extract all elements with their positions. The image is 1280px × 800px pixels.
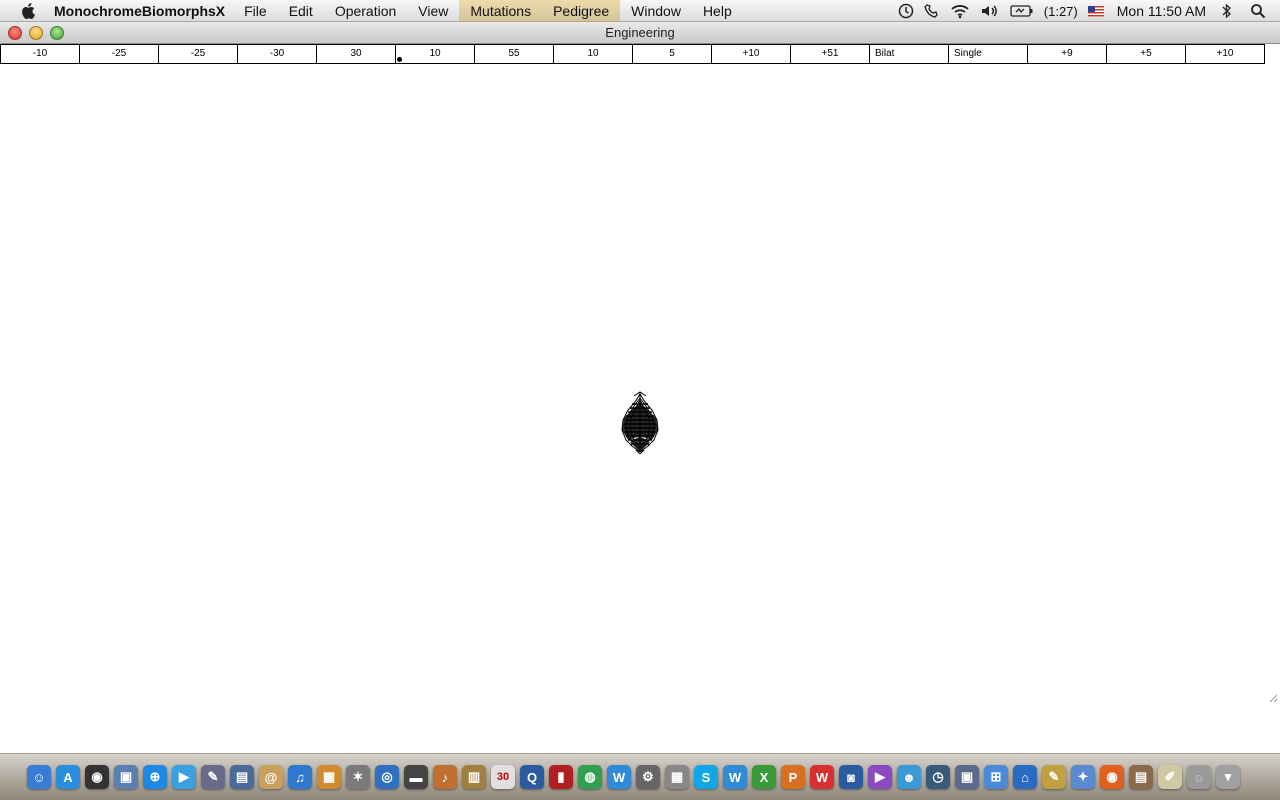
- gene-box-2[interactable]: -25: [79, 44, 159, 64]
- app-store-icon[interactable]: A: [56, 765, 80, 789]
- phone-icon[interactable]: [919, 0, 945, 22]
- gene-box-symmetry[interactable]: Bilat: [869, 44, 949, 64]
- wps-icon[interactable]: W: [810, 765, 834, 789]
- apple-menu-icon[interactable]: [17, 0, 39, 22]
- gene-box-6-value: 10: [429, 48, 441, 59]
- calculator-icon[interactable]: ▦: [665, 765, 689, 789]
- battery-icon[interactable]: [1005, 0, 1039, 22]
- gene-box-5[interactable]: 30: [316, 44, 396, 64]
- app-name-menu[interactable]: MonochromeBiomorphsX: [54, 3, 225, 19]
- gene-box-1[interactable]: -10: [0, 44, 80, 64]
- time-machine-icon[interactable]: ◷: [926, 765, 950, 789]
- word-blue-icon[interactable]: W: [723, 765, 747, 789]
- skype-icon[interactable]: S: [694, 765, 718, 789]
- wifi-icon[interactable]: [945, 0, 975, 22]
- keynote-chart-icon[interactable]: ▥: [462, 765, 486, 789]
- bluetooth-icon[interactable]: [1216, 0, 1238, 22]
- quicktime-icon[interactable]: Q: [520, 765, 544, 789]
- safari-icon[interactable]: ⊕: [143, 765, 167, 789]
- camera-icon[interactable]: ◙: [839, 765, 863, 789]
- menu-mutations[interactable]: Mutations: [459, 0, 543, 22]
- gene-box-segmentation[interactable]: Single: [948, 44, 1028, 64]
- gene-box-4[interactable]: -30: [237, 44, 317, 64]
- gene-box-7[interactable]: 55: [474, 44, 554, 64]
- calendar-icon[interactable]: 30: [491, 765, 515, 789]
- trash-icon[interactable]: ▾: [1216, 765, 1240, 789]
- gene-box-10[interactable]: +10: [711, 44, 791, 64]
- menu-edit[interactable]: Edit: [278, 0, 324, 22]
- menu-window[interactable]: Window: [620, 0, 692, 22]
- menu-bar: MonochromeBiomorphsX File Edit Operation…: [0, 0, 1280, 22]
- window-title-bar[interactable]: Engineering: [0, 22, 1280, 44]
- spotlight-search-icon[interactable]: [1238, 0, 1280, 22]
- dvd-player-icon[interactable]: ◎: [375, 765, 399, 789]
- volume-icon[interactable]: [975, 0, 1005, 22]
- downloads-icon[interactable]: ◌: [1187, 765, 1211, 789]
- resize-grip-icon[interactable]: [1266, 691, 1278, 703]
- close-button[interactable]: [8, 26, 22, 40]
- xcode-instruments-icon[interactable]: ✎: [201, 765, 225, 789]
- finder-icon[interactable]: ☺: [27, 765, 51, 789]
- status-menu-area: (1:27) Mon 11:50 AM: [893, 0, 1280, 22]
- firefox-icon[interactable]: ◉: [1100, 765, 1124, 789]
- preview-photos-icon[interactable]: ▤: [1129, 765, 1153, 789]
- gene-box-11[interactable]: +51: [790, 44, 870, 64]
- utilities-icon[interactable]: ✦: [1071, 765, 1095, 789]
- gene-box-9[interactable]: 5: [632, 44, 712, 64]
- photo-booth-icon[interactable]: ▮: [549, 765, 573, 789]
- media-icon[interactable]: ▶: [868, 765, 892, 789]
- menu-operation[interactable]: Operation: [324, 0, 407, 22]
- home-icon[interactable]: ⌂: [1013, 765, 1037, 789]
- garageband-icon[interactable]: ♪: [433, 765, 457, 789]
- gene-marker-dot-icon: [397, 57, 402, 62]
- hardware-icon[interactable]: ⚙: [636, 765, 660, 789]
- menu-help[interactable]: Help: [692, 0, 743, 22]
- zoom-button[interactable]: [50, 26, 64, 40]
- notes-icon[interactable]: ✎: [1042, 765, 1066, 789]
- gene-box-3[interactable]: -25: [158, 44, 238, 64]
- window-title: Engineering: [605, 25, 675, 40]
- menu-pedigree[interactable]: Pedigree: [542, 0, 621, 22]
- input-source-flag-icon[interactable]: [1083, 0, 1109, 22]
- dashboard-icon[interactable]: ◉: [85, 765, 109, 789]
- stars-icon[interactable]: ✶: [346, 765, 370, 789]
- menu-file[interactable]: File: [233, 0, 278, 22]
- gene-box-15[interactable]: +5: [1106, 44, 1186, 64]
- screenshot-icon[interactable]: ▣: [955, 765, 979, 789]
- iphoto-icon[interactable]: ▦: [317, 765, 341, 789]
- messenger-icon[interactable]: ☻: [897, 765, 921, 789]
- facetime-icon[interactable]: ▶: [172, 765, 196, 789]
- powerpoint-icon[interactable]: P: [781, 765, 805, 789]
- gene-box-6[interactable]: 10: [395, 44, 475, 64]
- preview-icon[interactable]: ▣: [114, 765, 138, 789]
- biomorph-canvas[interactable]: [0, 64, 1280, 753]
- gene-box-14[interactable]: +9: [1027, 44, 1107, 64]
- biomorph-drawing[interactable]: [618, 390, 662, 454]
- clock[interactable]: Mon 11:50 AM: [1109, 0, 1216, 22]
- itunes-icon[interactable]: ♫: [288, 765, 312, 789]
- gene-box-8[interactable]: 10: [553, 44, 633, 64]
- clapper-icon[interactable]: ▬: [404, 765, 428, 789]
- minimize-button[interactable]: [29, 26, 43, 40]
- gene-bar: -10 -25 -25 -30 30 10 55 10 5 +10 +51 Bi…: [0, 44, 1280, 64]
- textedit-icon[interactable]: ✐: [1158, 765, 1182, 789]
- color-picker-icon[interactable]: ◍: [578, 765, 602, 789]
- menu-view[interactable]: View: [407, 0, 459, 22]
- network-icon[interactable]: ⊞: [984, 765, 1008, 789]
- system-info-icon[interactable]: ▤: [230, 765, 254, 789]
- dock: ☺ A ◉ ▣ ⊕ ▶ ✎ ▤ @ ♫ ▦ ✶ ◎ ▬ ♪ ▥ 30 Q ▮ ◍ W ⚙ ▦ S W X P W ◙ ▶ ☻ ◷ ▣ ⊞ ⌂ ✎ ✦ ◉ ▤…: [0, 753, 1280, 800]
- excel-green-icon[interactable]: X: [752, 765, 776, 789]
- battery-time: (1:27): [1043, 3, 1078, 19]
- address-book-icon[interactable]: @: [259, 765, 283, 789]
- time-machine-icon[interactable]: [893, 0, 919, 22]
- gene-box-16[interactable]: +10: [1185, 44, 1265, 64]
- word-w-icon[interactable]: W: [607, 765, 631, 789]
